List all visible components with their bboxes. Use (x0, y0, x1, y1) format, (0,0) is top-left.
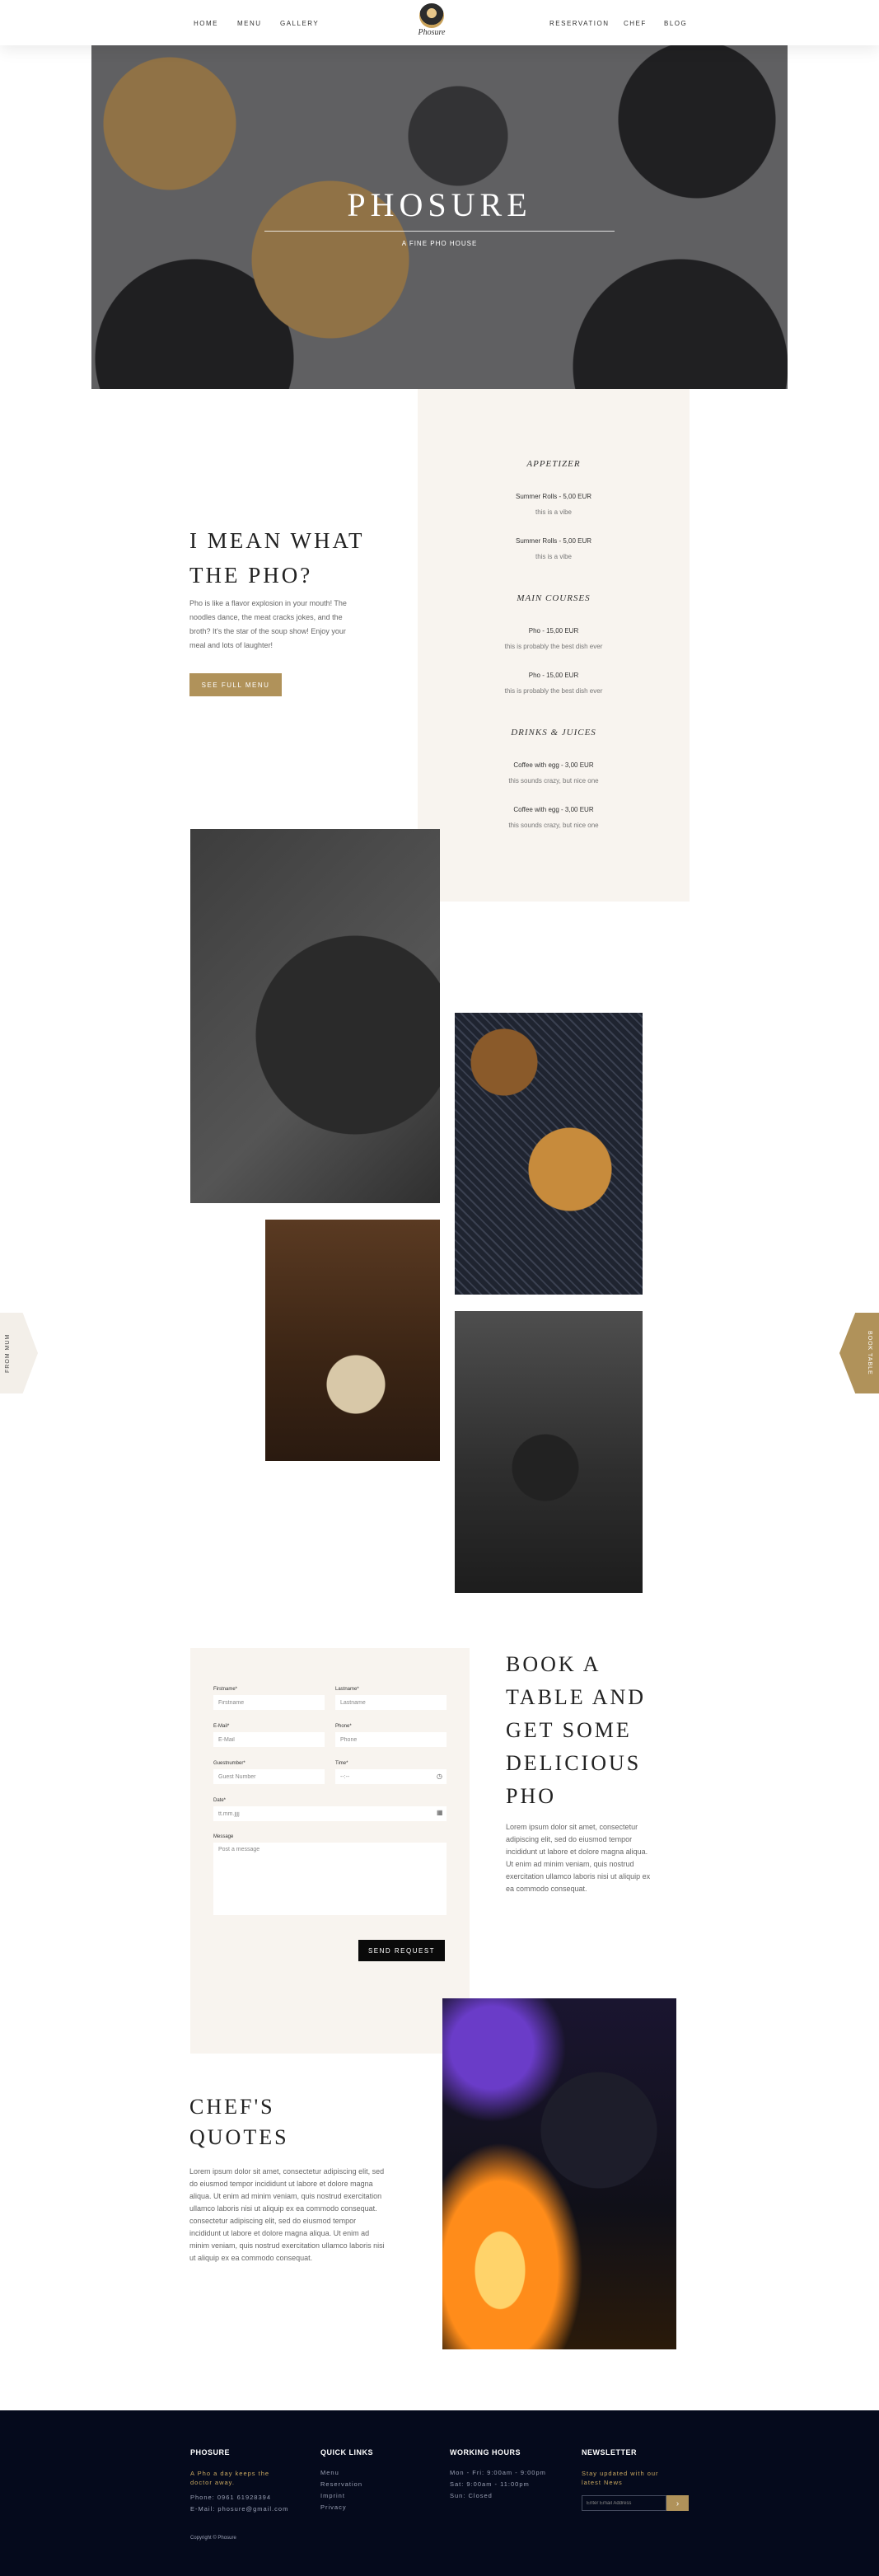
email-input[interactable] (213, 1732, 325, 1747)
menu-section-title: MAIN COURSES (517, 593, 591, 603)
menu-item-desc: this is probably the best dish ever (504, 687, 603, 695)
footer-link-privacy[interactable]: Privacy (320, 2503, 347, 2511)
footer-phone: Phone: 0961 61928394 (190, 2494, 271, 2501)
menu-item-desc: this sounds crazy, but nice one (508, 777, 599, 785)
logo-icon[interactable] (419, 3, 444, 28)
footer-hours-line: Sun: Closed (450, 2492, 493, 2499)
book-table-tab-label: BOOK TABLE (867, 1331, 872, 1375)
footer-hours-line: Mon - Fri: 9:00am - 9:00pm (450, 2469, 546, 2476)
menu-item-name: Summer Rolls - 5,00 EUR (515, 493, 592, 500)
menu-item-desc: this sounds crazy, but nice one (508, 822, 599, 829)
footer-hours-line: Sat: 9:00am - 11:00pm (450, 2480, 530, 2488)
phone-input[interactable] (335, 1732, 447, 1747)
menu-item-desc: this is probably the best dish ever (504, 643, 603, 650)
book-table-tab[interactable]: BOOK TABLE (839, 1313, 879, 1393)
nav-link-home[interactable]: HOME (194, 20, 218, 27)
guests-input[interactable] (213, 1769, 325, 1784)
nav-link-menu[interactable]: MENU (237, 20, 262, 27)
footer-quicklinks-title: QUICK LINKS (320, 2448, 373, 2457)
menu-item-name: Coffee with egg - 3,00 EUR (513, 761, 594, 769)
firstname-label: Firstname* (213, 1687, 238, 1692)
hero-divider (264, 231, 615, 232)
side-tab-left-label: FROM MUM (5, 1333, 11, 1373)
phone-label: Phone* (335, 1724, 352, 1729)
booking-text: Lorem ipsum dolor sit amet, consectetur … (506, 1823, 651, 1893)
menu-section-title: APPETIZER (526, 459, 581, 469)
menu-item-desc: this is a vibe (535, 508, 573, 516)
newsletter-submit-button[interactable]: › (666, 2495, 689, 2511)
lastname-label: Lastname* (335, 1687, 359, 1692)
menu-item-name: Summer Rolls - 5,00 EUR (515, 537, 592, 545)
nav-link-blog[interactable]: BLOG (664, 20, 687, 27)
clock-icon: ◷ (437, 1773, 442, 1780)
date-input[interactable] (213, 1806, 447, 1821)
see-full-menu-button[interactable]: SEE FULL MENU (189, 673, 282, 696)
firstname-input[interactable] (213, 1695, 325, 1710)
hero-title: PHOSURE (347, 186, 532, 223)
menu-item-name: Pho - 15,00 EUR (528, 672, 579, 679)
message-textarea[interactable] (213, 1843, 447, 1915)
footer-email[interactable]: E-Mail: phosure@gmail.com (190, 2505, 288, 2513)
footer-link-reservation[interactable]: Reservation (320, 2480, 362, 2488)
lastname-input[interactable] (335, 1695, 447, 1710)
menu-section-title: DRINKS & JUICES (511, 728, 596, 738)
chef-title: CHEF'S QUOTES (189, 2095, 289, 2149)
nav-link-chef[interactable]: CHEF (624, 20, 647, 27)
footer-newsletter-title: NEWSLETTER (582, 2448, 637, 2457)
footer-link-menu[interactable]: Menu (320, 2469, 339, 2476)
menu-item-desc: this is a vibe (535, 553, 573, 560)
gallery-photo-pho-bowl (190, 829, 440, 1203)
gallery-photo-table-spread (455, 1013, 643, 1295)
nav-link-reservation[interactable]: RESERVATION (549, 20, 610, 27)
chef-photo (442, 1998, 676, 2349)
logo-text: Phosure (418, 28, 446, 37)
menu-item-name: Coffee with egg - 3,00 EUR (513, 806, 594, 813)
booking-title: BOOK A TABLE AND GET SOME DELICIOUS PHO (506, 1652, 647, 1808)
intro-text: Pho is like a flavor explosion in your m… (189, 599, 347, 649)
calendar-icon: ▦ (437, 1809, 443, 1816)
date-label: Date* (213, 1798, 227, 1803)
send-request-button[interactable]: SEND REQUEST (358, 1940, 445, 1961)
menu-panel: APPETIZER Summer Rolls - 5,00 EUR this i… (418, 389, 690, 902)
message-label: Message (213, 1834, 234, 1839)
hero-subtitle: A FINE PHO HOUSE (401, 240, 478, 247)
navigation-bar: HOME MENU GALLERY Phosure RESERVATION CH… (0, 0, 879, 45)
time-input[interactable] (335, 1769, 447, 1784)
gallery-photo-coffee (455, 1311, 643, 1593)
chef-text: Lorem ipsum dolor sit amet, consectetur … (189, 2167, 385, 2262)
footer-hours-title: WORKING HOURS (450, 2448, 521, 2457)
footer-newsletter-text: Stay updated with our latest News (582, 2470, 659, 2486)
email-label: E-Mail* (213, 1724, 230, 1729)
intro-title: I MEAN WHAT THE PHO? (189, 528, 364, 588)
copyright: Copyright © Phosure (190, 2536, 236, 2541)
menu-item-name: Pho - 15,00 EUR (528, 627, 579, 635)
side-tab-left[interactable]: FROM MUM (0, 1313, 38, 1393)
footer-phosure-title: PHOSURE (190, 2448, 231, 2457)
newsletter-email-input[interactable] (582, 2495, 666, 2511)
hero-banner: PHOSURE A FINE PHO HOUSE (91, 45, 788, 389)
footer-link-imprint[interactable]: Imprint (320, 2492, 345, 2499)
footer-tagline: A Pho a day keeps the doctor away. (190, 2470, 270, 2486)
gallery-photo-candle-dish (265, 1220, 440, 1461)
guests-label: Guestnumber* (213, 1761, 245, 1766)
time-label: Time* (335, 1761, 348, 1766)
nav-link-gallery[interactable]: GALLERY (280, 20, 319, 27)
footer (0, 2410, 879, 2576)
